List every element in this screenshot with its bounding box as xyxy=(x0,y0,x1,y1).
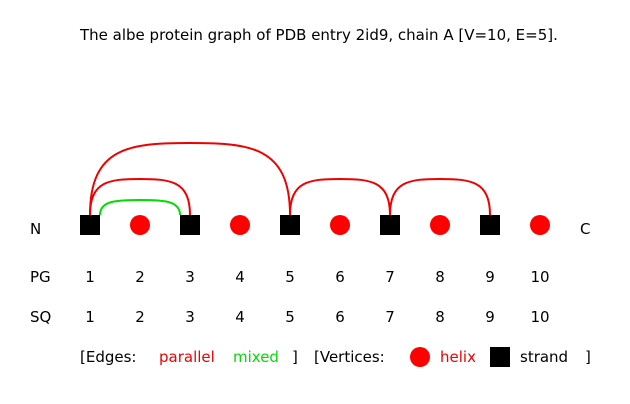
edges-layer xyxy=(89,141,491,216)
protein-graph-diagram: The albe protein graph of PDB entry 2id9… xyxy=(30,26,591,367)
legend-vertices-close: ] xyxy=(585,348,591,366)
vertex-strand-5 xyxy=(280,215,300,235)
pg-index-6: 6 xyxy=(335,268,345,286)
sq-index-1: 1 xyxy=(85,308,95,326)
sq-index-3: 3 xyxy=(185,308,195,326)
c-terminus-label: C xyxy=(580,220,590,238)
legend-strand-label: strand xyxy=(520,348,568,366)
legend-parallel-label: parallel xyxy=(159,348,215,366)
vertex-helix-4 xyxy=(230,215,250,235)
legend-mixed-label: mixed xyxy=(233,348,279,366)
legend-strand-icon xyxy=(490,347,510,367)
sq-index-2: 2 xyxy=(135,308,145,326)
legend-helix-label: helix xyxy=(440,348,476,366)
sq-index-4: 4 xyxy=(235,308,245,326)
pg-index-4: 4 xyxy=(235,268,245,286)
vertex-strand-3 xyxy=(180,215,200,235)
vertex-strand-1 xyxy=(80,215,100,235)
pg-index-5: 5 xyxy=(285,268,295,286)
legend: [Edges: parallel mixed ] [Vertices: heli… xyxy=(80,347,591,367)
legend-vertices-open: [Vertices: xyxy=(314,348,385,366)
edge-parallel-5-7 xyxy=(289,177,391,216)
sq-row-label: SQ xyxy=(30,308,51,326)
vertex-strand-7 xyxy=(380,215,400,235)
sq-index-6: 6 xyxy=(335,308,345,326)
vertex-helix-2 xyxy=(130,215,150,235)
pg-index-10: 10 xyxy=(530,268,549,286)
vertex-helix-8 xyxy=(430,215,450,235)
pg-index-9: 9 xyxy=(485,268,495,286)
pg-index-3: 3 xyxy=(185,268,195,286)
pg-row-label: PG xyxy=(30,268,51,286)
n-terminus-label: N xyxy=(30,220,41,238)
edge-mixed-1-3 xyxy=(99,198,181,216)
pg-row: 1 2 3 4 5 6 7 8 9 10 xyxy=(85,268,549,286)
vertex-helix-6 xyxy=(330,215,350,235)
vertex-helix-10 xyxy=(530,215,550,235)
pg-index-2: 2 xyxy=(135,268,145,286)
sq-index-5: 5 xyxy=(285,308,295,326)
sq-row: 1 2 3 4 5 6 7 8 9 10 xyxy=(85,308,549,326)
vertices-layer xyxy=(80,215,550,235)
sq-index-10: 10 xyxy=(530,308,549,326)
legend-edges-open: [Edges: xyxy=(80,348,136,366)
pg-index-8: 8 xyxy=(435,268,445,286)
diagram-title: The albe protein graph of PDB entry 2id9… xyxy=(79,26,558,44)
sq-index-7: 7 xyxy=(385,308,395,326)
legend-helix-icon xyxy=(410,347,430,367)
sq-index-8: 8 xyxy=(435,308,445,326)
pg-index-1: 1 xyxy=(85,268,95,286)
sq-index-9: 9 xyxy=(485,308,495,326)
pg-index-7: 7 xyxy=(385,268,395,286)
edge-parallel-1-3 xyxy=(89,177,191,216)
vertex-strand-9 xyxy=(480,215,500,235)
edge-parallel-7-9 xyxy=(389,177,491,216)
legend-edges-close: ] xyxy=(292,348,298,366)
